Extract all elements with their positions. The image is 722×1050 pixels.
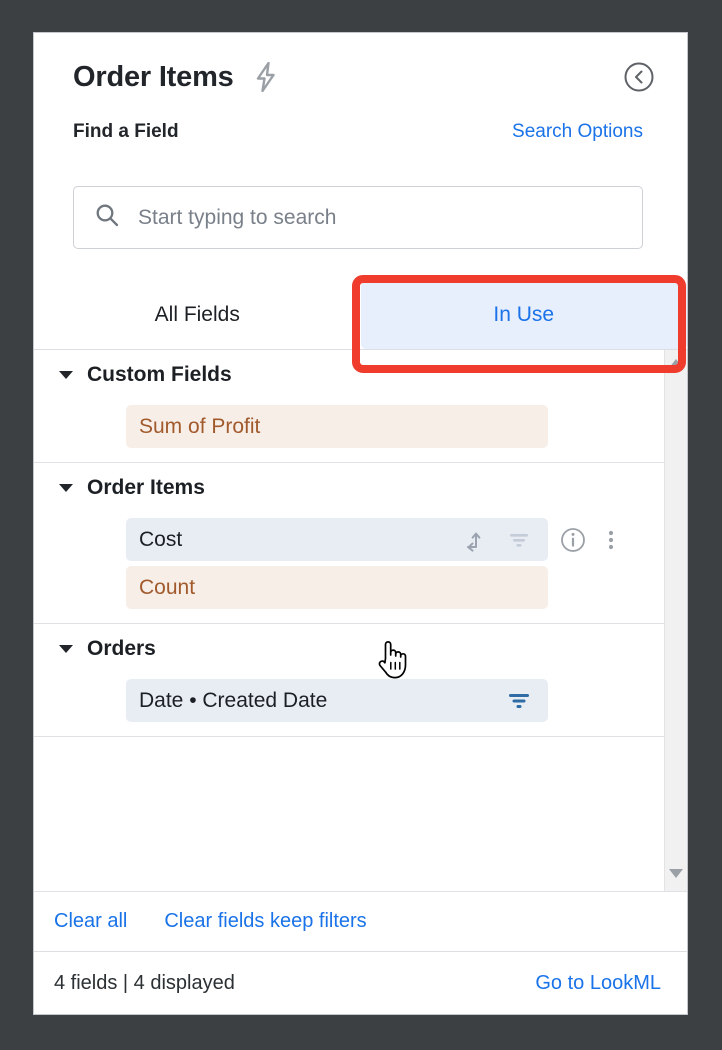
search-wrapper <box>34 165 687 249</box>
tab-all-fields-label: All Fields <box>154 303 240 326</box>
field-row-sum-of-profit: Sum of Profit <box>126 405 664 448</box>
field-list-area: Custom Fields Sum of Profit Order Items … <box>34 350 687 891</box>
info-icon[interactable] <box>558 525 588 555</box>
search-input[interactable] <box>138 205 622 230</box>
search-box[interactable] <box>73 186 643 249</box>
field-pill-created-date[interactable]: Date • Created Date <box>126 679 548 722</box>
field-picker-panel: Order Items Find a Field Search Options <box>33 32 688 1015</box>
group-title-order-items: Order Items <box>87 476 205 499</box>
field-pill-sum-of-profit[interactable]: Sum of Profit <box>126 405 548 448</box>
field-count-status: 4 fields | 4 displayed <box>54 971 235 994</box>
group-header-order-items[interactable]: Order Items <box>34 463 664 513</box>
field-pill-icons-cost <box>460 525 534 555</box>
scroll-up-arrow-icon[interactable] <box>668 356 684 374</box>
field-list-scroll: Custom Fields Sum of Profit Order Items … <box>34 350 664 891</box>
panel-header: Order Items <box>34 33 687 121</box>
field-scope-tabs: All Fields In Use <box>34 275 687 373</box>
clear-all-button[interactable]: Clear all <box>54 910 127 933</box>
pivot-icon[interactable] <box>460 525 490 555</box>
field-row-count: Count <box>126 566 664 609</box>
status-bar: 4 fields | 4 displayed Go to LookML <box>34 951 687 1014</box>
field-list-scrollbar[interactable] <box>664 350 687 891</box>
clear-actions-row: Clear all Clear fields keep filters <box>34 891 687 951</box>
search-icon <box>94 202 120 233</box>
page-title: Order Items <box>73 60 234 93</box>
tab-in-use-label: In Use <box>493 303 555 326</box>
go-to-lookml-link[interactable]: Go to LookML <box>535 972 661 995</box>
group-title-orders: Orders <box>87 637 156 660</box>
filter-icon[interactable] <box>504 525 534 555</box>
find-a-field-row: Find a Field Search Options <box>34 121 687 165</box>
search-options-link[interactable]: Search Options <box>512 121 643 143</box>
group-header-custom-fields[interactable]: Custom Fields <box>34 350 664 400</box>
chevron-down-icon[interactable] <box>55 645 77 653</box>
field-group-orders: Orders Date • Created Date <box>34 624 664 737</box>
clear-fields-keep-filters-button[interactable]: Clear fields keep filters <box>164 910 366 933</box>
field-label-created-date: Date • Created Date <box>139 688 328 712</box>
field-pill-cost[interactable]: Cost <box>126 518 548 561</box>
tab-all-fields[interactable]: All Fields <box>34 281 361 349</box>
field-row-created-date: Date • Created Date <box>126 679 664 722</box>
back-chevron-circle-icon[interactable] <box>622 60 656 94</box>
field-label-count: Count <box>139 575 196 599</box>
filter-active-icon[interactable] <box>504 686 534 716</box>
chevron-down-icon[interactable] <box>55 484 77 492</box>
group-title-custom-fields: Custom Fields <box>87 363 232 386</box>
find-a-field-label: Find a Field <box>73 121 179 142</box>
field-pill-count[interactable]: Count <box>126 566 548 609</box>
field-group-custom-fields: Custom Fields Sum of Profit <box>34 350 664 463</box>
tab-in-use[interactable]: In Use <box>360 281 687 349</box>
field-pill-icons-created-date <box>504 686 534 716</box>
lightning-bolt-icon <box>254 62 278 92</box>
field-group-order-items: Order Items Cost Count <box>34 463 664 624</box>
more-options-icon[interactable] <box>596 525 626 555</box>
chevron-down-icon[interactable] <box>55 371 77 379</box>
field-row-icons-cost <box>558 525 626 555</box>
field-label-sum-of-profit: Sum of Profit <box>139 414 261 438</box>
scroll-down-arrow-icon[interactable] <box>668 867 684 885</box>
group-header-orders[interactable]: Orders <box>34 624 664 674</box>
field-row-cost: Cost <box>126 518 664 561</box>
field-label-cost: Cost <box>139 527 183 551</box>
